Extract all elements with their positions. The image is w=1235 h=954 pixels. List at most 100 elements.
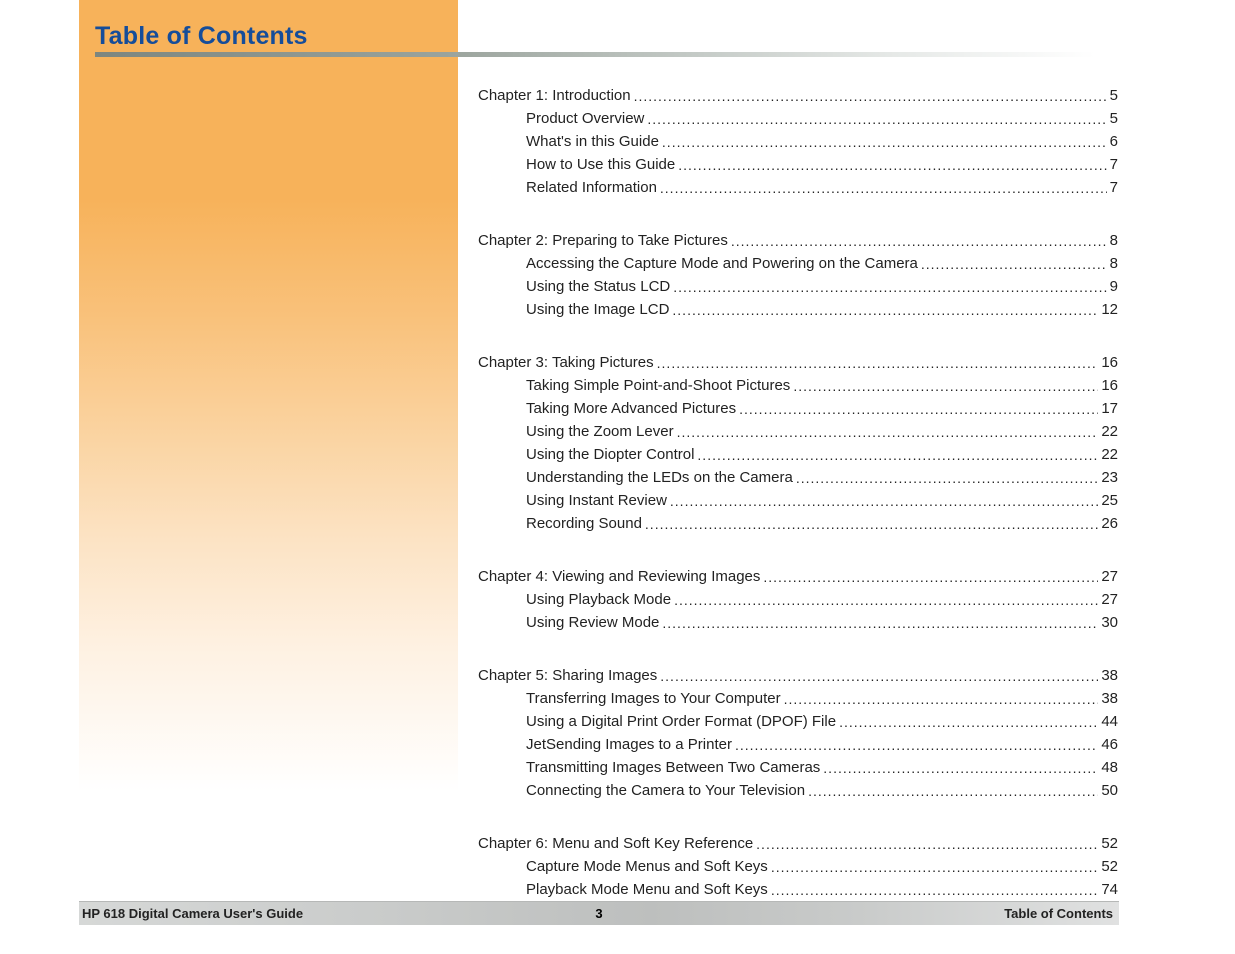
- toc-chapter-row: Chapter 2: Preparing to Take Pictures 8: [478, 229, 1118, 252]
- toc-leader-dots: [921, 253, 1107, 276]
- toc-sub-page[interactable]: 52: [1101, 856, 1118, 878]
- toc-sub-title[interactable]: Accessing the Capture Mode and Powering …: [526, 253, 918, 275]
- toc-sub-page[interactable]: 8: [1110, 253, 1118, 275]
- toc-sub-row: Taking More Advanced Pictures 17: [478, 397, 1118, 420]
- toc-sub-row: Using the Diopter Control 22: [478, 443, 1118, 466]
- toc-sub-page[interactable]: 22: [1101, 421, 1118, 443]
- toc-chapter-page[interactable]: 5: [1110, 85, 1118, 107]
- toc-sub-title[interactable]: Using the Zoom Lever: [526, 421, 674, 443]
- page: Table of Contents Chapter 1: Introductio…: [0, 0, 1235, 954]
- toc-sub-page[interactable]: 27: [1101, 589, 1118, 611]
- toc-sub-title[interactable]: Using the Status LCD: [526, 276, 670, 298]
- toc-sub-title[interactable]: Understanding the LEDs on the Camera: [526, 467, 793, 489]
- toc-chapter-title[interactable]: Chapter 2: Preparing to Take Pictures: [478, 230, 728, 252]
- toc-leader-dots: [771, 856, 1099, 879]
- toc-sub-title[interactable]: Using the Image LCD: [526, 299, 669, 321]
- toc-sub-row: Understanding the LEDs on the Camera 23: [478, 466, 1118, 489]
- toc-chapter-page[interactable]: 38: [1101, 665, 1118, 687]
- toc-chapter-title[interactable]: Chapter 4: Viewing and Reviewing Images: [478, 566, 760, 588]
- toc-sub-row: Using the Zoom Lever 22: [478, 420, 1118, 443]
- table-of-contents: Chapter 1: Introduction 5 Product Overview…: [478, 84, 1118, 954]
- toc-chapter-title[interactable]: Chapter 3: Taking Pictures: [478, 352, 654, 374]
- toc-leader-dots: [674, 589, 1098, 612]
- page-title: Table of Contents: [95, 22, 308, 51]
- toc-leader-dots: [634, 85, 1107, 108]
- toc-leader-dots: [763, 566, 1098, 589]
- toc-sub-page[interactable]: 48: [1101, 757, 1118, 779]
- toc-sub-page[interactable]: 5: [1110, 108, 1118, 130]
- toc-sub-title[interactable]: Taking Simple Point-and-Shoot Pictures: [526, 375, 790, 397]
- toc-leader-dots: [678, 154, 1106, 177]
- toc-sub-page[interactable]: 50: [1101, 780, 1118, 802]
- toc-sub-row: JetSending Images to a Printer 46: [478, 733, 1118, 756]
- toc-sub-page[interactable]: 23: [1101, 467, 1118, 489]
- toc-sub-row: Using Review Mode 30: [478, 611, 1118, 634]
- toc-sub-page[interactable]: 22: [1101, 444, 1118, 466]
- toc-sub-title[interactable]: Connecting the Camera to Your Television: [526, 780, 805, 802]
- toc-sub-title[interactable]: How to Use this Guide: [526, 154, 675, 176]
- toc-sub-page[interactable]: 30: [1101, 612, 1118, 634]
- toc-sub-page[interactable]: 7: [1110, 154, 1118, 176]
- toc-sub-row: Using Playback Mode 27: [478, 588, 1118, 611]
- toc-sub-row: Using Instant Review 25: [478, 489, 1118, 512]
- toc-sub-title[interactable]: Using Instant Review: [526, 490, 667, 512]
- toc-chapter-page[interactable]: 16: [1101, 352, 1118, 374]
- title-underline: [95, 52, 1095, 57]
- toc-leader-dots: [756, 833, 1098, 856]
- toc-sub-page[interactable]: 12: [1101, 299, 1118, 321]
- toc-leader-dots: [662, 131, 1107, 154]
- toc-chapter-title[interactable]: Chapter 5: Sharing Images: [478, 665, 657, 687]
- toc-leader-dots: [739, 398, 1098, 421]
- toc-sub-row: Related Information 7: [478, 176, 1118, 199]
- toc-sub-title[interactable]: JetSending Images to a Printer: [526, 734, 732, 756]
- toc-leader-dots: [660, 177, 1107, 200]
- toc-chapter-page[interactable]: 52: [1101, 833, 1118, 855]
- toc-sub-page[interactable]: 38: [1101, 688, 1118, 710]
- toc-sub-page[interactable]: 46: [1101, 734, 1118, 756]
- toc-sub-row: Using the Status LCD 9: [478, 275, 1118, 298]
- toc-chapter-block: Chapter 2: Preparing to Take Pictures 8 Ac…: [478, 229, 1118, 321]
- toc-leader-dots: [677, 421, 1099, 444]
- toc-sub-page[interactable]: 16: [1101, 375, 1118, 397]
- page-title-block: Table of Contents: [95, 22, 308, 51]
- toc-chapter-title[interactable]: Chapter 6: Menu and Soft Key Reference: [478, 833, 753, 855]
- toc-sub-title[interactable]: Taking More Advanced Pictures: [526, 398, 736, 420]
- toc-sub-title[interactable]: Playback Mode Menu and Soft Keys: [526, 879, 768, 901]
- toc-sub-page[interactable]: 7: [1110, 177, 1118, 199]
- toc-sub-title[interactable]: Product Overview: [526, 108, 644, 130]
- toc-chapter-block: Chapter 5: Sharing Images38Transferring …: [478, 664, 1118, 802]
- toc-sub-title[interactable]: Transmitting Images Between Two Cameras: [526, 757, 820, 779]
- toc-sub-page[interactable]: 26: [1101, 513, 1118, 535]
- toc-sub-title[interactable]: Using a Digital Print Order Format (DPOF…: [526, 711, 836, 733]
- toc-leader-dots: [771, 879, 1099, 902]
- toc-chapter-page[interactable]: 8: [1110, 230, 1118, 252]
- toc-sub-title[interactable]: Recording Sound: [526, 513, 642, 535]
- toc-sub-row: Transmitting Images Between Two Cameras 4…: [478, 756, 1118, 779]
- toc-sub-title[interactable]: Capture Mode Menus and Soft Keys: [526, 856, 768, 878]
- toc-sub-page[interactable]: 9: [1110, 276, 1118, 298]
- toc-sub-row: Accessing the Capture Mode and Powering …: [478, 252, 1118, 275]
- toc-sub-title[interactable]: What's in this Guide: [526, 131, 659, 153]
- toc-chapter-row: Chapter 1: Introduction 5: [478, 84, 1118, 107]
- toc-chapter-block: Chapter 3: Taking Pictures16Taking Simpl…: [478, 351, 1118, 535]
- toc-chapter-title[interactable]: Chapter 1: Introduction: [478, 85, 631, 107]
- toc-sub-title[interactable]: Transferring Images to Your Computer: [526, 688, 781, 710]
- toc-leader-dots: [670, 490, 1098, 513]
- toc-sub-row: Taking Simple Point-and-Shoot Pictures 16: [478, 374, 1118, 397]
- toc-sub-row: Transferring Images to Your Computer 38: [478, 687, 1118, 710]
- toc-sub-title[interactable]: Using Review Mode: [526, 612, 659, 634]
- toc-leader-dots: [662, 612, 1098, 635]
- toc-sub-row: What's in this Guide 6: [478, 130, 1118, 153]
- toc-leader-dots: [645, 513, 1098, 536]
- toc-chapter-page[interactable]: 27: [1101, 566, 1118, 588]
- toc-sub-title[interactable]: Using Playback Mode: [526, 589, 671, 611]
- toc-sub-row: Capture Mode Menus and Soft Keys 52: [478, 855, 1118, 878]
- toc-sub-title[interactable]: Using the Diopter Control: [526, 444, 694, 466]
- toc-sub-page[interactable]: 44: [1101, 711, 1118, 733]
- toc-sub-page[interactable]: 6: [1110, 131, 1118, 153]
- toc-sub-page[interactable]: 17: [1101, 398, 1118, 420]
- toc-sub-title[interactable]: Related Information: [526, 177, 657, 199]
- toc-sub-page[interactable]: 25: [1101, 490, 1118, 512]
- toc-sub-row: Recording Sound 26: [478, 512, 1118, 535]
- toc-sub-page[interactable]: 74: [1101, 879, 1118, 901]
